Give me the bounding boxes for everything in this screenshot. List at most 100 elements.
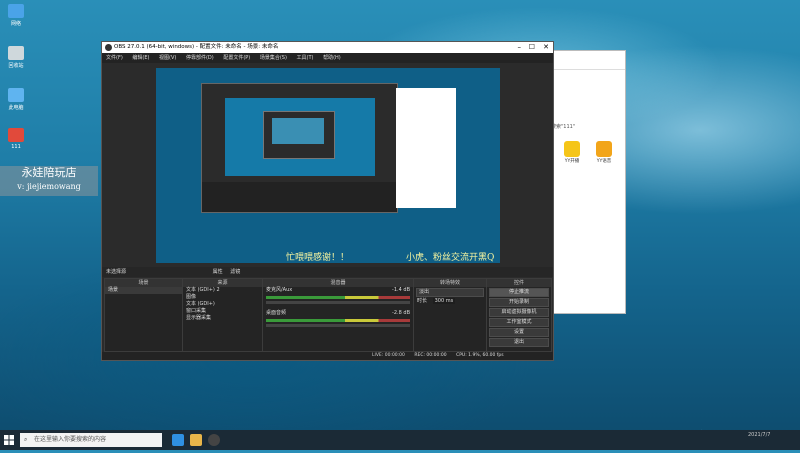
live-status: LIVE: 00:00:00: [372, 353, 405, 358]
duration-input[interactable]: 300 ms: [432, 298, 456, 304]
desktop-icon-network[interactable]: 网络: [2, 4, 30, 27]
scenes-header: 场景: [105, 279, 182, 287]
start-recording-button[interactable]: 开始录制: [489, 298, 549, 307]
desktop-icon-label: 此电脑: [8, 105, 24, 111]
menu-tools[interactable]: 工具(T): [297, 55, 314, 61]
transitions-header: 转场特效: [414, 279, 486, 287]
search-icon: ⌕: [24, 436, 28, 443]
audio-meter: [266, 296, 410, 299]
yy-live-icon: [564, 141, 580, 157]
obs-menubar: 文件(F) 编辑(E) 视图(V) 停靠部件(D) 配置文件(P) 场景集合(S…: [102, 53, 553, 63]
menu-help[interactable]: 帮助(H): [323, 55, 341, 61]
sources-panel: 来源 文本 (GDI+) 2 图像 文本 (GDI+) 窗口采集 显示器采集: [182, 278, 263, 352]
source-item[interactable]: 文本 (GDI+) 2: [183, 287, 262, 294]
source-item[interactable]: 文本 (GDI+): [183, 301, 262, 308]
duration-label: 时长: [417, 298, 428, 304]
obs-window[interactable]: OBS 27.0.1 (64-bit, windows) - 配置文件: 未命名…: [101, 41, 554, 361]
studio-mode-button[interactable]: 工作室模式: [489, 318, 549, 327]
watermark-title: 永娃陪玩店: [21, 166, 77, 179]
explorer-item-yy-voice[interactable]: YY语音: [595, 141, 613, 164]
desktop-icon-folder-111[interactable]: 111: [2, 128, 30, 150]
close-icon[interactable]: ✕: [543, 42, 549, 53]
nested-preview-canvas: [225, 98, 375, 176]
source-item[interactable]: 图像: [183, 294, 262, 301]
preview-caption-right: 小虎、粉丝交流开黑Q: [406, 253, 495, 263]
mixer-track-1: 麦克风/Aux -1.4 dB: [263, 287, 413, 294]
menu-scene-collection[interactable]: 场景集合(S): [260, 55, 287, 61]
cpu-status: CPU: 1.9%, 60.00 fps: [456, 353, 504, 358]
track-db: -2.8 dB: [392, 310, 410, 316]
desktop-icon-label: 111: [11, 144, 21, 150]
preview-caption-left: 忙喂喂感谢！！: [286, 253, 350, 263]
track-db: -1.4 dB: [392, 287, 410, 293]
windows-start-icon[interactable]: [4, 435, 14, 445]
yy-voice-icon: [596, 141, 612, 157]
rec-status: REC: 00:00:00: [414, 353, 447, 358]
sources-header: 来源: [183, 279, 262, 287]
explorer-item-yy-live[interactable]: YY开播: [563, 141, 581, 164]
watermark-subtitle: v: jiejiemowang: [17, 182, 81, 191]
menu-profile[interactable]: 配置文件(P): [223, 55, 250, 61]
nested-explorer: [396, 88, 456, 208]
nested-docks: [202, 182, 397, 212]
source-toolbar: 未选择源 属性 滤镜: [102, 267, 553, 277]
menu-file[interactable]: 文件(F): [106, 55, 123, 61]
obs-preview[interactable]: 忙喂喂感谢！！ 小虎、粉丝交流开黑Q: [156, 68, 500, 263]
settings-button[interactable]: 设置: [489, 328, 549, 337]
desktop-icon-recycle-bin[interactable]: 回收站: [2, 46, 30, 69]
explorer-item-label: YY开播: [564, 159, 580, 164]
duration-row: 时长 300 ms: [414, 298, 486, 305]
stop-streaming-button[interactable]: 停止推流: [489, 288, 549, 297]
explorer-window[interactable]: 搜索"111" YY开播 YY语音: [550, 50, 626, 314]
nested-preview-inner: [263, 111, 335, 159]
properties-button[interactable]: 属性: [213, 269, 223, 275]
source-item[interactable]: 窗口采集: [183, 308, 262, 315]
file-icon: [8, 128, 24, 142]
watermark: 永娃陪玩店 v: jiejiemowang: [0, 166, 98, 196]
obs-statusbar: LIVE: 00:00:00 REC: 00:00:00 CPU: 1.9%, …: [102, 352, 553, 360]
volume-slider[interactable]: [266, 324, 410, 327]
explorer-titlebar[interactable]: [551, 51, 625, 70]
obs-taskbar-icon[interactable]: [208, 434, 220, 446]
recycle-bin-icon: [8, 46, 24, 60]
transition-select[interactable]: 淡出: [416, 288, 484, 297]
search-placeholder: 在这里输入你要搜索的内容: [34, 436, 107, 443]
scenes-panel: 场景 场景: [104, 278, 183, 352]
exit-button[interactable]: 退出: [489, 338, 549, 347]
track-name: 桌面音频: [266, 310, 287, 316]
controls-header: 控件: [487, 279, 551, 287]
desktop-icon-this-pc[interactable]: 此电脑: [2, 88, 30, 111]
explorer-item-label: YY语音: [596, 159, 612, 164]
network-icon: [8, 4, 24, 18]
obs-title: OBS 27.0.1 (64-bit, windows) - 配置文件: 未命名…: [114, 44, 279, 50]
obs-titlebar[interactable]: OBS 27.0.1 (64-bit, windows) - 配置文件: 未命名…: [102, 42, 553, 53]
nested-preview: [201, 83, 398, 213]
maximize-icon[interactable]: ☐: [529, 42, 535, 53]
no-source-label: 未选择源: [106, 269, 127, 275]
obs-docks: 场景 场景 来源 文本 (GDI+) 2 图像 文本 (GDI+) 窗口采集 显…: [102, 278, 553, 353]
track-name: 麦克风/Aux: [266, 287, 293, 293]
menu-edit[interactable]: 编辑(E): [132, 55, 149, 61]
taskbar-date: 2021/7/7: [748, 432, 771, 438]
mixer-track-2: 桌面音频 -2.8 dB: [263, 310, 413, 317]
taskbar-search-input[interactable]: ⌕ 在这里输入你要搜索的内容: [20, 433, 162, 447]
audio-meter: [266, 319, 410, 322]
explorer-search-text: 搜索"111": [551, 124, 576, 130]
edge-icon[interactable]: [172, 434, 184, 446]
mixer-header: 混音器: [263, 279, 413, 287]
desktop-icon-label: 回收站: [8, 63, 24, 69]
minimize-icon[interactable]: –: [518, 42, 522, 53]
menu-view[interactable]: 视图(V): [159, 55, 176, 61]
source-item[interactable]: 显示器采集: [183, 315, 262, 322]
transitions-panel: 转场特效 淡出 时长 300 ms: [413, 278, 487, 352]
filters-button[interactable]: 滤镜: [230, 269, 240, 275]
scene-item[interactable]: 场景: [105, 287, 182, 294]
file-explorer-icon[interactable]: [190, 434, 202, 446]
volume-slider[interactable]: [266, 301, 410, 304]
taskbar: ⌕ 在这里输入你要搜索的内容 2021/7/7: [0, 430, 800, 450]
obs-logo-icon: [105, 44, 112, 51]
start-virtual-camera-button[interactable]: 启动虚拟摄像机: [489, 308, 549, 317]
menu-docks[interactable]: 停靠部件(D): [186, 55, 214, 61]
computer-icon: [8, 88, 24, 102]
controls-panel: 控件 停止推流 开始录制 启动虚拟摄像机 工作室模式 设置 退出: [486, 278, 552, 352]
